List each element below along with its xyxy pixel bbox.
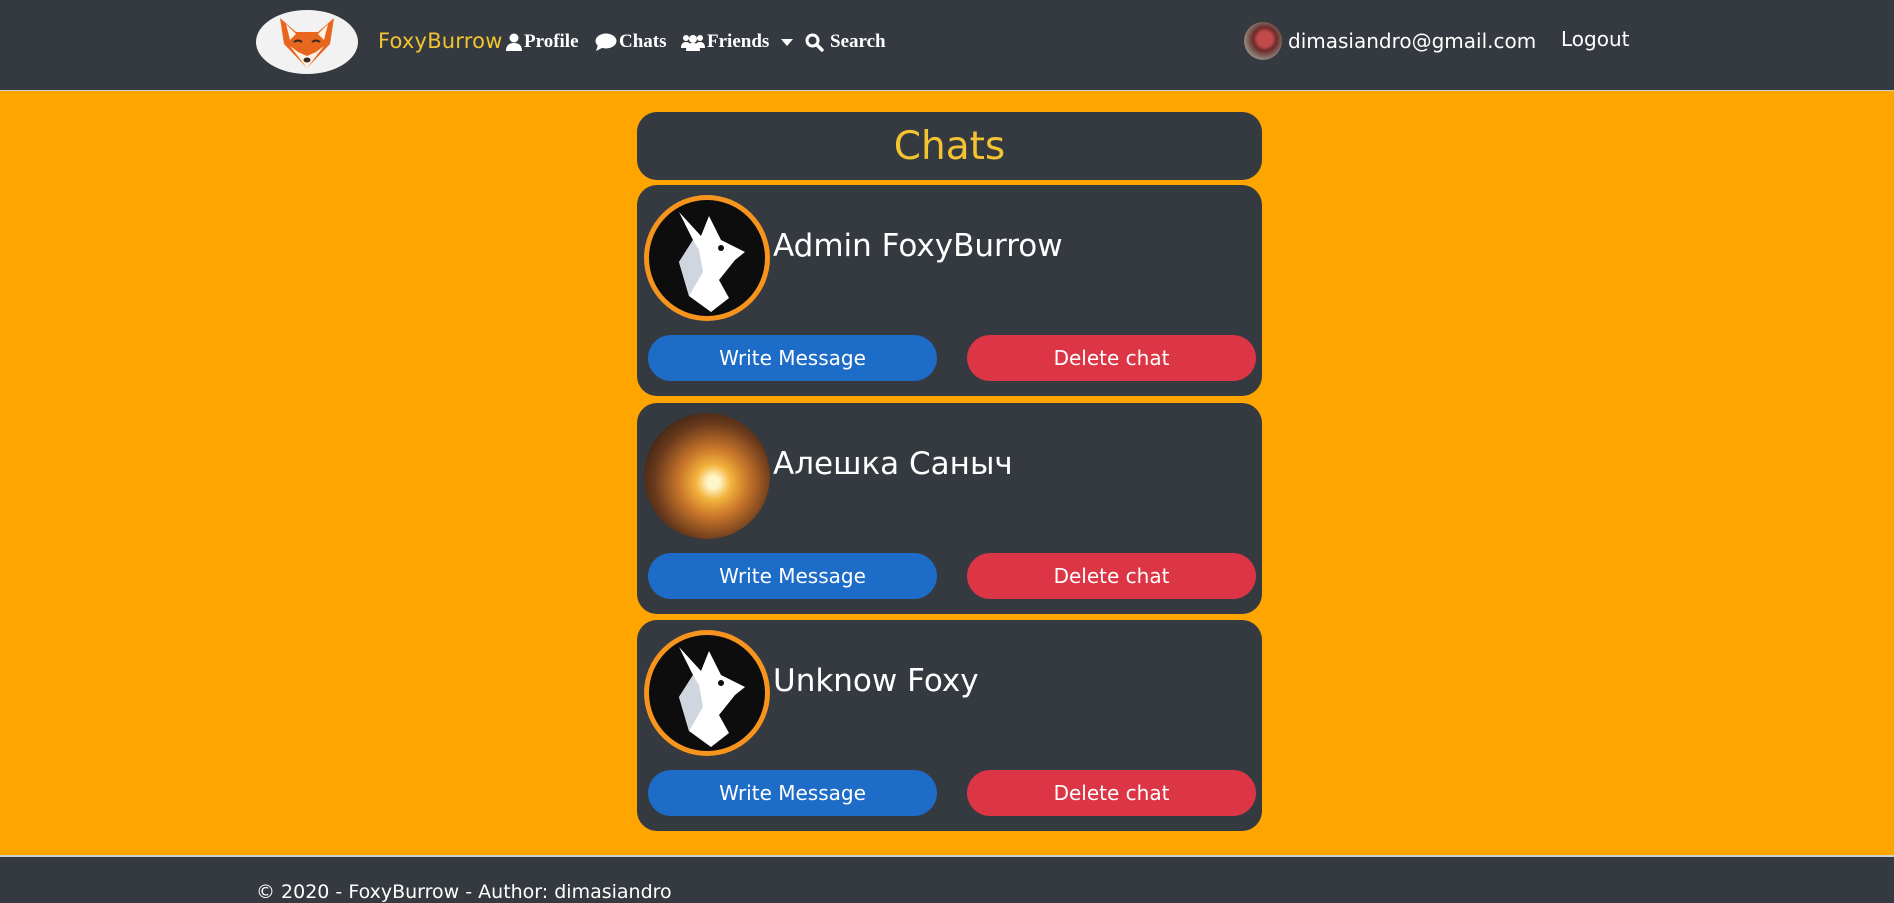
- fox-head-icon: [280, 18, 334, 68]
- delete-chat-button[interactable]: Delete chat: [967, 335, 1256, 381]
- chat-name: Алешка Саныч: [773, 446, 1013, 482]
- logout-link[interactable]: Logout: [1561, 27, 1629, 51]
- chevron-down-icon: [781, 38, 794, 46]
- delete-chat-button[interactable]: Delete chat: [967, 770, 1256, 816]
- fox-logo[interactable]: [256, 10, 358, 74]
- fox-logo-icon: [679, 212, 745, 312]
- page-title: Chats: [893, 123, 1006, 169]
- user-avatar: [1244, 22, 1282, 60]
- write-message-button[interactable]: Write Message: [648, 335, 937, 381]
- search-icon: [805, 33, 824, 52]
- user-email: dimasiandro@gmail.com: [1288, 29, 1537, 53]
- navbar: FoxyBurrow Profile Chats Friends Search …: [0, 0, 1894, 91]
- footer: © 2020 - FoxyBurrow - Author: dimasiandr…: [0, 855, 1894, 903]
- chat-avatar[interactable]: [644, 413, 770, 539]
- footer-copyright: © 2020 - FoxyBurrow - Author: dimasiandr…: [256, 881, 672, 903]
- nav-friends-dropdown[interactable]: Friends: [681, 31, 794, 53]
- nav-profile-label: Profile: [524, 31, 579, 52]
- chats-title-card: Chats: [637, 112, 1262, 180]
- nav-search[interactable]: Search: [805, 31, 886, 53]
- write-message-button[interactable]: Write Message: [648, 770, 937, 816]
- chat-card: Алешка Саныч Write Message Delete chat: [637, 403, 1262, 614]
- users-icon: [681, 35, 705, 51]
- nav-friends-label: Friends: [707, 31, 770, 52]
- nav-chats-label: Chats: [619, 31, 667, 52]
- nav-profile[interactable]: Profile: [506, 31, 579, 53]
- brand-link[interactable]: FoxyBurrow: [378, 29, 503, 53]
- nav-search-label: Search: [830, 31, 886, 52]
- user-account[interactable]: dimasiandro@gmail.com: [1244, 22, 1536, 60]
- chat-name: Admin FoxyBurrow: [773, 228, 1063, 264]
- write-message-button[interactable]: Write Message: [648, 553, 937, 599]
- user-icon: [506, 33, 522, 51]
- chat-card: Admin FoxyBurrow Write Message Delete ch…: [637, 185, 1262, 396]
- fox-logo-icon: [679, 647, 745, 747]
- chat-card: Unknow Foxy Write Message Delete chat: [637, 620, 1262, 831]
- delete-chat-button[interactable]: Delete chat: [967, 553, 1256, 599]
- nav-chats[interactable]: Chats: [595, 31, 667, 53]
- chat-avatar[interactable]: [644, 195, 770, 321]
- comment-icon: [595, 33, 617, 51]
- chat-name: Unknow Foxy: [773, 663, 979, 699]
- chat-avatar[interactable]: [644, 630, 770, 756]
